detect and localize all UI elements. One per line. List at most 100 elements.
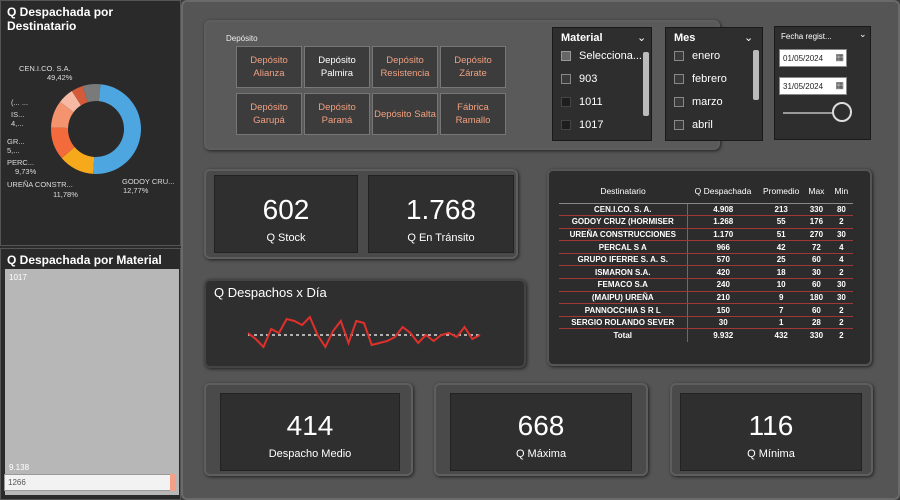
kpi-transito-value: 1.768: [405, 194, 477, 225]
col-header-q-despachada-label: Q Despachada: [694, 185, 752, 196]
donut-slice-cenico[interactable]: [93, 84, 142, 175]
mes-item-enero[interactable]: enero: [674, 50, 720, 62]
table-cell: 1: [759, 316, 804, 330]
table-cell: 30: [803, 265, 830, 280]
table-total-cell: 9.932: [687, 328, 759, 342]
calendar-icon[interactable]: ▦: [835, 80, 844, 91]
table-cell: 240: [687, 278, 759, 292]
fecha-to-value: 31/05/2024: [783, 82, 824, 91]
table-cell-destinatario: UREÑA CONSTRUCCIONES: [559, 228, 688, 242]
table-cell: 10: [759, 278, 804, 292]
deposito-parana-button[interactable]: Depósito Paraná: [304, 93, 370, 135]
destinatario-table-card: Destinatario Q Despachada Promedio Max M…: [547, 169, 872, 366]
chevron-down-icon[interactable]: ⌄: [744, 31, 753, 44]
table-cell: 60: [803, 278, 830, 292]
table-cell-destinatario: SERGIO ROLANDO SEVER: [559, 316, 688, 330]
table-row[interactable]: ISMARON S.A. 420 18 30 2: [559, 265, 854, 280]
line-chart-card: Q Despachos x Día: [204, 279, 526, 368]
donut-label-grupo-pct: 5,...: [7, 146, 20, 155]
kpi-medio-label: Despacho Medio: [268, 448, 352, 460]
table-row[interactable]: FEMACO S.A 240 10 60 30: [559, 278, 854, 292]
table-cell-destinatario: PANNOCCHIA S R L: [559, 303, 688, 317]
material-item-903[interactable]: 903: [561, 73, 597, 85]
mes-item-abril[interactable]: abril: [674, 119, 713, 131]
table-cell: 2: [829, 316, 854, 330]
table-total-row: Total 9.932 432 330 2: [559, 328, 854, 342]
kpi-medio-card: 414 Despacho Medio: [220, 393, 400, 471]
material-item-1011[interactable]: 1011: [561, 96, 603, 108]
donut-chart[interactable]: [1, 23, 182, 223]
table-cell: 72: [803, 240, 830, 254]
checkbox-icon[interactable]: [674, 97, 684, 107]
line-chart[interactable]: [206, 281, 524, 366]
table-row[interactable]: PANNOCCHIA S R L 150 7 60 2: [559, 303, 854, 317]
chevron-down-icon[interactable]: ⌄: [859, 29, 867, 40]
fecha-title: Fecha regist...: [781, 32, 832, 41]
deposito-salta-button[interactable]: Depósito Salta: [372, 93, 438, 135]
table-cell: 9: [759, 291, 804, 305]
checkbox-icon[interactable]: [674, 120, 684, 130]
table-row[interactable]: (MAIPU) UREÑA 210 9 180 30: [559, 291, 854, 305]
date-slider-handle[interactable]: [832, 102, 852, 122]
table-cell: 2: [829, 303, 854, 317]
table-row[interactable]: SERGIO ROLANDO SEVER 30 1 28 2: [559, 316, 854, 330]
checkbox-icon[interactable]: [561, 97, 571, 107]
table-total-cell: Total: [559, 328, 688, 342]
table-cell: 2: [829, 265, 854, 280]
donut-label-godoy-pct: 12,77%: [123, 186, 149, 195]
checkbox-icon[interactable]: [561, 120, 571, 130]
deposito-slicer: Depósito Depósito Alianza Depósito Palmi…: [204, 20, 763, 150]
checkbox-icon[interactable]: [674, 74, 684, 84]
fecha-to-input[interactable]: 31/05/2024 ▦: [779, 77, 847, 95]
mes-scrollbar[interactable]: [753, 50, 759, 100]
kpi-row-top: 602 Q Stock 1.768 Q En Tránsito: [204, 169, 518, 259]
table-row[interactable]: PERCAL S A 966 42 72 4: [559, 240, 854, 254]
checkbox-icon[interactable]: [561, 74, 571, 84]
material-item-select-all[interactable]: Selecciona...: [561, 50, 642, 62]
material-scrollbar[interactable]: [643, 52, 649, 116]
material-selected-bar[interactable]: [4, 474, 172, 491]
table-row[interactable]: UREÑA CONSTRUCCIONES 1.170 51 270 30: [559, 228, 854, 242]
table-cell: 28: [803, 316, 830, 330]
kpi-maxima-container: 668 Q Máxima: [434, 383, 648, 476]
chevron-down-icon[interactable]: ⌄: [637, 31, 646, 44]
kpi-stock-value: 602: [262, 194, 310, 225]
table-cell: 420: [687, 265, 759, 280]
kpi-maxima-label: Q Máxima: [515, 448, 567, 460]
deposito-alianza-button[interactable]: Depósito Alianza: [236, 46, 302, 88]
deposito-resistencia-button[interactable]: Depósito Resistencia: [372, 46, 438, 88]
donut-label-other: (... ...: [11, 98, 29, 107]
table-cell: 330: [803, 203, 830, 217]
series-line[interactable]: [247, 315, 481, 350]
donut-label-percal-pct: 9,73%: [15, 167, 37, 176]
mes-item-marzo[interactable]: marzo: [674, 96, 723, 108]
checkbox-icon[interactable]: [561, 51, 571, 61]
checkbox-icon[interactable]: [674, 51, 684, 61]
donut-label-cenico: CEN.I.CO. S.A.: [19, 64, 71, 73]
fecha-from-input[interactable]: 01/05/2024 ▦: [779, 49, 847, 67]
mes-item-febrero[interactable]: febrero: [674, 73, 727, 85]
calendar-icon[interactable]: ▦: [835, 52, 844, 63]
col-header-destinatario[interactable]: Destinatario: [559, 179, 687, 204]
table-row[interactable]: GODOY CRUZ (HORMISER 1.268 55 176 2: [559, 215, 854, 229]
col-header-max[interactable]: Max: [803, 179, 830, 204]
table-cell-destinatario: GRUPO IFERRE S. A. S.: [559, 253, 688, 267]
donut-label-cenico-pct: 49,42%: [47, 73, 73, 82]
fabrica-ramallo-button[interactable]: Fábrica Ramallo: [440, 93, 506, 135]
table-row[interactable]: CEN.I.CO. S. A. 4.908 213 330 80: [559, 203, 854, 217]
table-total-cell: 330: [803, 328, 830, 342]
material-item-1017[interactable]: 1017: [561, 119, 603, 131]
material-bar-area[interactable]: [5, 269, 179, 495]
fecha-slicer: Fecha regist... ⌄ 01/05/2024 ▦ 31/05/2024…: [774, 26, 871, 140]
mes-item-label: abril: [692, 119, 713, 131]
deposito-palmira-button[interactable]: Depósito Palmira: [304, 46, 370, 88]
table-row[interactable]: GRUPO IFERRE S. A. S. 570 25 60 4: [559, 253, 854, 267]
col-header-min[interactable]: Min: [829, 179, 854, 204]
mes-item-label: enero: [692, 50, 721, 62]
col-header-promedio[interactable]: Promedio: [759, 179, 804, 204]
deposito-zarate-button[interactable]: Depósito Zárate: [440, 46, 506, 88]
material-item-label: 1017: [579, 119, 604, 131]
col-header-q-despachada[interactable]: Q Despachada: [687, 179, 759, 204]
material-slicer-title: Material: [561, 32, 603, 44]
deposito-garupa-button[interactable]: Depósito Garupá: [236, 93, 302, 135]
